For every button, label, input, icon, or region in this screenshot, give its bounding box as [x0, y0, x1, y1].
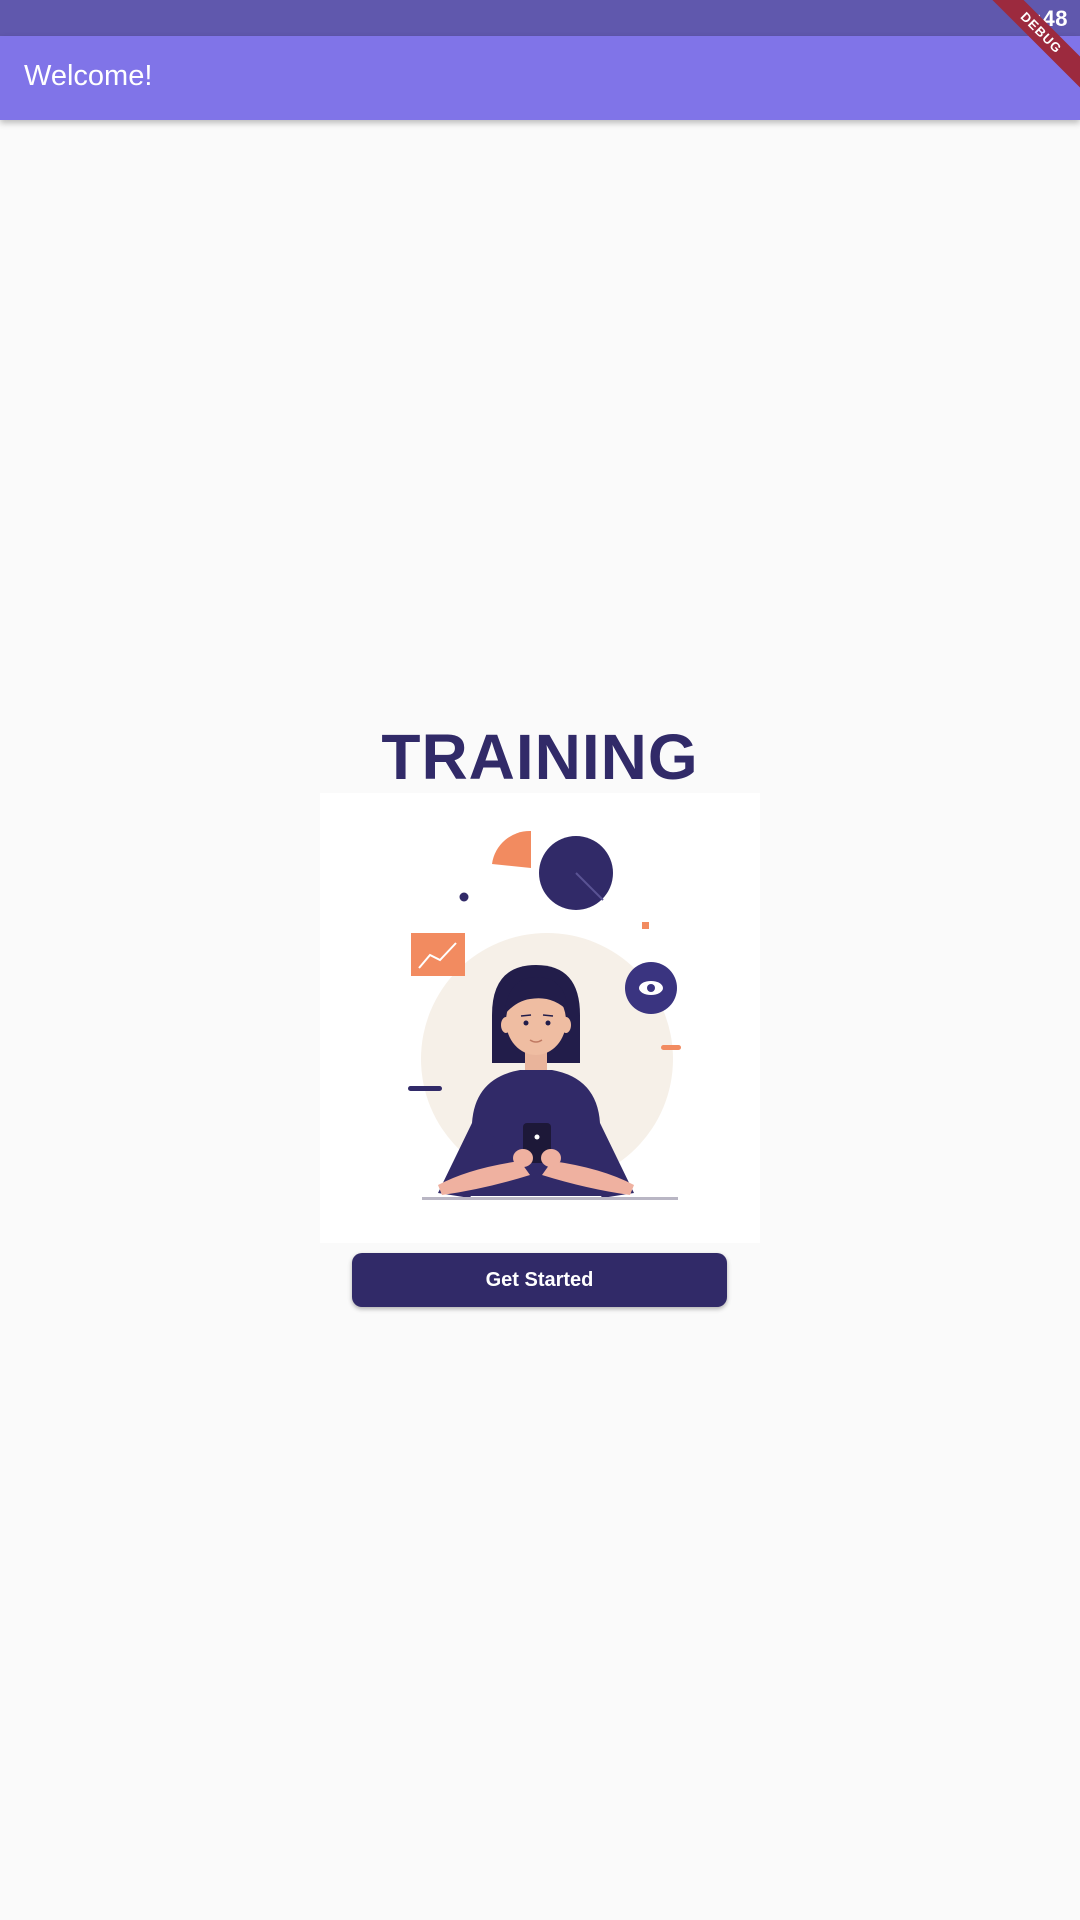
- decorative-dot: [459, 892, 469, 902]
- woman-with-phone-illustration-icon: [320, 793, 760, 1243]
- pie-chart-icon: [492, 830, 613, 910]
- app-bar-title: Welcome!: [24, 60, 153, 92]
- app-bar: Welcome!: [0, 36, 1080, 120]
- status-time: 5:48: [1021, 6, 1068, 31]
- status-bar: 5:48: [0, 0, 1080, 36]
- decorative-dash-dark: [408, 1086, 442, 1091]
- app-screen: 5:48 Welcome! DEBUG TRAINING Get Started: [0, 0, 1080, 1920]
- eye-badge-icon: [625, 962, 677, 1014]
- table-line: [422, 1197, 678, 1200]
- page-title: TRAINING: [381, 721, 699, 793]
- decorative-dot-orange: [642, 922, 649, 929]
- decorative-dash-orange: [661, 1045, 681, 1050]
- trend-chart-icon: [411, 933, 465, 976]
- get-started-button[interactable]: Get Started: [352, 1253, 727, 1307]
